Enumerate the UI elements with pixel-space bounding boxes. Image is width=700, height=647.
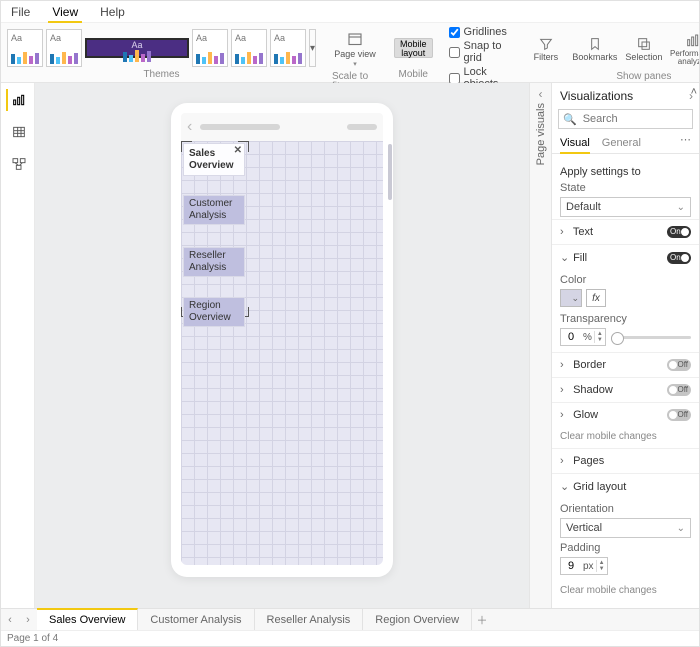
search-icon: 🔍: [563, 113, 577, 126]
tab-scroll-right[interactable]: ›: [19, 609, 37, 630]
tab-general[interactable]: General: [602, 133, 641, 153]
fill-section[interactable]: ⌄ Fill On: [552, 244, 699, 270]
phone-header: ‹: [181, 113, 383, 141]
performance-analyzer-button[interactable]: Performance analyzer: [670, 26, 700, 72]
theme-swatch-5[interactable]: Aa: [231, 29, 267, 67]
chevron-down-icon: ⌄: [677, 523, 685, 534]
visualizations-pane: Visualizations › 🔍 Visual General ⋯ Appl…: [551, 83, 699, 608]
orientation-dropdown[interactable]: Vertical⌄: [560, 518, 691, 538]
transparency-slider[interactable]: [611, 336, 691, 339]
theme-gallery-expand[interactable]: ▾: [309, 29, 316, 67]
collapse-ribbon-icon[interactable]: ˄: [691, 86, 697, 98]
data-view-button[interactable]: [6, 121, 30, 143]
shadow-toggle[interactable]: Off: [667, 384, 691, 396]
apply-settings-label: Apply settings to: [560, 166, 691, 178]
theme-swatch-1[interactable]: Aa: [7, 29, 43, 67]
color-label: Color: [560, 274, 691, 286]
transparency-label: Transparency: [560, 313, 691, 325]
padding-label: Padding: [560, 542, 691, 554]
phone-frame: ‹ ✕ Sales Overview Customer Analysis Res…: [171, 103, 393, 577]
model-view-button[interactable]: [6, 153, 30, 175]
phone-scrollbar[interactable]: [388, 144, 392, 200]
chevron-down-icon: ⌄: [677, 202, 685, 213]
state-dropdown[interactable]: Default⌄: [560, 197, 691, 217]
mobile-canvas[interactable]: ‹ ✕ Sales Overview Customer Analysis Res…: [35, 83, 529, 608]
search-input[interactable]: 🔍: [558, 109, 693, 129]
padding-input[interactable]: px ▲▼: [560, 557, 608, 575]
menu-help[interactable]: Help: [98, 3, 127, 21]
menu-view[interactable]: View: [50, 3, 80, 21]
gridlines-checkbox[interactable]: Gridlines: [449, 26, 507, 38]
grid-layout-section[interactable]: ⌄ Grid layout: [552, 473, 699, 499]
shadow-section[interactable]: › Shadow Off: [552, 377, 699, 402]
page-tab-2[interactable]: Customer Analysis: [138, 609, 254, 630]
page-view-button[interactable]: Page view▾: [332, 26, 378, 72]
bookmarks-pane-button[interactable]: Bookmarks: [572, 26, 618, 72]
button-card-2[interactable]: Reseller Analysis: [183, 247, 245, 277]
button-card-1[interactable]: Customer Analysis: [183, 195, 245, 225]
more-options-icon[interactable]: ⋯: [680, 133, 691, 153]
filters-pane-button[interactable]: Filters: [523, 26, 569, 72]
fill-color-picker[interactable]: ⌄: [560, 289, 582, 307]
spinner-icon[interactable]: ▲▼: [596, 560, 607, 572]
selection-pane-button[interactable]: Selection: [621, 26, 667, 72]
theme-swatch-6[interactable]: Aa: [270, 29, 306, 67]
orientation-label: Orientation: [560, 503, 691, 515]
report-view-button[interactable]: [6, 89, 30, 111]
page-visuals-pane-collapsed[interactable]: ‹ Page visuals: [529, 83, 551, 608]
state-label: State: [560, 182, 691, 194]
mobile-layout-button[interactable]: Mobile layout: [394, 38, 433, 58]
theme-swatch-4[interactable]: Aa: [192, 29, 228, 67]
menu-file[interactable]: File: [9, 3, 32, 21]
theme-swatch-2[interactable]: Aa: [46, 29, 82, 67]
text-toggle[interactable]: On: [667, 226, 691, 238]
border-section[interactable]: › Border Off: [552, 352, 699, 377]
transparency-input[interactable]: % ▲▼: [560, 328, 606, 346]
title-card[interactable]: ✕ Sales Overview: [183, 143, 245, 176]
group-label-mobile: Mobile: [399, 70, 428, 82]
snap-to-grid-checkbox[interactable]: Snap to grid: [449, 40, 507, 64]
add-page-button[interactable]: ＋: [472, 609, 492, 630]
page-tab-1[interactable]: Sales Overview: [37, 608, 138, 630]
tab-visual[interactable]: Visual: [560, 133, 590, 153]
spinner-icon[interactable]: ▲▼: [594, 331, 605, 343]
glow-toggle[interactable]: Off: [667, 409, 691, 421]
status-bar: Page 1 of 4: [1, 630, 699, 646]
pages-section[interactable]: › Pages: [552, 448, 699, 473]
border-toggle[interactable]: Off: [667, 359, 691, 371]
group-label-themes: Themes: [143, 70, 179, 82]
theme-swatch-3[interactable]: Aa: [85, 38, 189, 58]
remove-visual-icon[interactable]: ✕: [234, 145, 242, 157]
button-card-3[interactable]: Region Overview: [183, 297, 245, 327]
text-section[interactable]: › Text On: [552, 219, 699, 244]
back-icon: ‹: [187, 118, 192, 136]
page-tab-4[interactable]: Region Overview: [363, 609, 472, 630]
tab-scroll-left[interactable]: ‹: [1, 609, 19, 630]
clear-mobile-changes-1[interactable]: Clear mobile changes: [552, 427, 699, 448]
fill-color-fx-button[interactable]: fx: [586, 289, 606, 307]
clear-mobile-changes-2[interactable]: Clear mobile changes: [552, 581, 699, 602]
pane-title: Visualizations: [560, 89, 633, 103]
fill-toggle[interactable]: On: [667, 252, 691, 264]
page-tab-3[interactable]: Reseller Analysis: [255, 609, 364, 630]
glow-section[interactable]: › Glow Off: [552, 402, 699, 427]
